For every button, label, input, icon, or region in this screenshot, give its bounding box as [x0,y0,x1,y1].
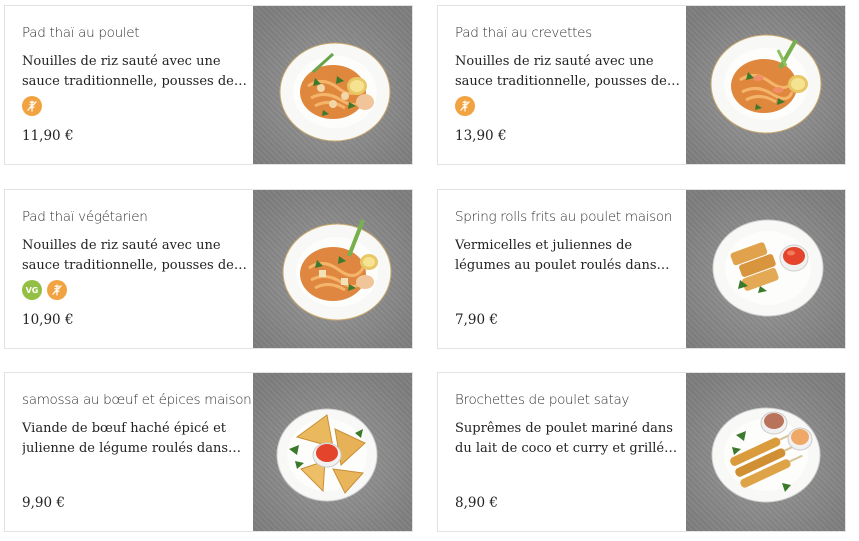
menu-item-price: 10,90 € [22,312,74,328]
menu-item-info: Pad thaï au poulet Nouilles de riz sauté… [5,6,255,164]
menu-item-title[interactable]: Pad thaï au poulet [22,25,140,41]
menu-item-description: Vermicelles et juliennes de légumes au p… [455,238,657,273]
menu-item-card[interactable]: Pad thaï au poulet Nouilles de riz sauté… [4,5,413,165]
menu-item-price: 8,90 € [455,495,498,511]
menu-item-info: samossa au bœuf et épices maison Viande … [5,373,255,531]
menu-item-badges: VG [22,280,67,300]
menu-item-info: Brochettes de poulet satay Suprêmes de p… [438,373,688,531]
satay-photo[interactable] [686,373,845,531]
menu-item-title[interactable]: Spring rolls frits au poulet maison [455,209,672,225]
spring-rolls-photo[interactable] [686,190,845,348]
vegan-icon: VG [22,280,42,300]
gluten-free-icon [47,280,67,300]
menu-item-description: Nouilles de riz sauté avec une sauce tra… [22,238,234,273]
menu-item-title[interactable]: Pad thaï au crevettes [455,25,592,41]
menu-item-title[interactable]: Pad thaï végétarien [22,209,148,225]
menu-item-card[interactable]: Pad thaï au crevettes Nouilles de riz sa… [437,5,846,165]
menu-item-card[interactable]: samossa au bœuf et épices maison Viande … [4,372,413,532]
menu-item-price: 7,90 € [455,312,498,328]
menu-item-price: 9,90 € [22,495,65,511]
pad-thai-photo[interactable] [253,6,412,164]
menu-item-info: Pad thaï végétarien Nouilles de riz saut… [5,190,255,348]
menu-item-card[interactable]: Spring rolls frits au poulet maison Verm… [437,189,846,349]
menu-item-description: Suprêmes de poulet mariné dans du lait d… [455,421,676,456]
pad-thai-photo[interactable] [686,6,845,164]
menu-item-description: Viande de bœuf haché épicé et julienne d… [22,421,229,456]
menu-item-description: Nouilles de riz sauté avec une sauce tra… [22,54,234,89]
menu-item-badges [455,96,475,116]
pad-thai-photo[interactable] [253,190,412,348]
gluten-free-icon [455,96,475,116]
gluten-free-icon [22,96,42,116]
menu-item-price: 11,90 € [22,128,74,144]
samossa-photo[interactable] [253,373,412,531]
menu-item-description: Nouilles de riz sauté avec une sauce tra… [455,54,667,89]
menu-item-title[interactable]: Brochettes de poulet satay [455,392,629,408]
menu-item-price: 13,90 € [455,128,507,144]
menu-item-card[interactable]: Brochettes de poulet satay Suprêmes de p… [437,372,846,532]
menu-item-badges [22,96,42,116]
menu-item-info: Pad thaï au crevettes Nouilles de riz sa… [438,6,688,164]
menu-item-title[interactable]: samossa au bœuf et épices maison [22,392,252,408]
menu-item-card[interactable]: Pad thaï végétarien Nouilles de riz saut… [4,189,413,349]
menu-item-info: Spring rolls frits au poulet maison Verm… [438,190,688,348]
